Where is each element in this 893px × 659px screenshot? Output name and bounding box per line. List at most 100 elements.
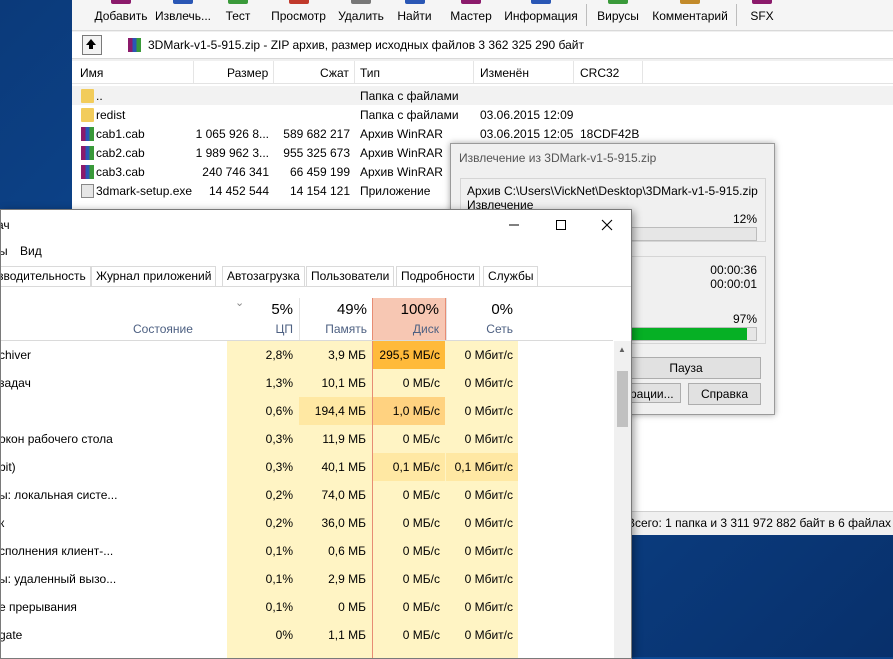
process-row[interactable]: 0,6% 194,4 МБ 1,0 МБ/с 0 Мбит/с <box>1 397 613 425</box>
cpu-total: 5% <box>271 301 293 318</box>
process-row[interactable]: е прерывания 0,1% 0 МБ 0 МБ/с 0 Мбит/с <box>1 593 613 621</box>
toolbar-virus-scan-button[interactable]: Вирусы <box>593 0 643 30</box>
tab-performance[interactable]: зводительность <box>1 266 91 286</box>
process-row[interactable]: ы: удаленный вызо... 0,1% 2,9 МБ 0 МБ/с 0 Мб… <box>1 565 613 593</box>
process-disk: 0 МБ/с <box>402 600 440 614</box>
tab-startup[interactable]: Автозагрузка <box>222 266 305 286</box>
col-type[interactable]: Тип <box>360 66 380 80</box>
process-memory: 1,1 МБ <box>328 628 366 642</box>
archive-path: 3DMark-v1-5-915.zip - ZIP архив, размер … <box>148 38 584 52</box>
process-memory: 40,1 МБ <box>321 460 366 474</box>
process-cpu: 0,3% <box>265 460 293 474</box>
toolbar-add-archive-button[interactable]: Добавить <box>86 0 156 30</box>
process-network: 0 Мбит/с <box>464 516 513 530</box>
col-cpu[interactable]: 5% ЦП <box>227 298 299 340</box>
process-name: gate <box>0 628 23 642</box>
tab-users[interactable]: Пользователи <box>306 266 395 286</box>
toolbar-sfx-button[interactable]: SFX <box>747 0 777 30</box>
file-crc: 18CDF42B <box>580 127 640 141</box>
toolbar-wizard-button[interactable]: Мастер <box>446 0 496 30</box>
col-crc[interactable]: CRC32 <box>580 66 619 80</box>
exe-file-icon <box>81 184 94 198</box>
close-button[interactable] <box>584 210 630 240</box>
process-row[interactable]: gate 0% 1,1 МБ 0 МБ/с 0 Мбит/с <box>1 621 613 649</box>
toolbar-view-button[interactable]: Просмотр <box>267 0 330 30</box>
process-memory: 0,6 МБ <box>328 544 366 558</box>
minimize-button[interactable] <box>491 210 537 240</box>
process-memory: 11,9 МБ <box>322 432 366 446</box>
tab-services[interactable]: Службы <box>483 266 539 286</box>
file-name: .. <box>96 89 103 103</box>
tab-details[interactable]: Подробности <box>396 266 480 286</box>
process-name: к <box>1 516 4 530</box>
process-network: 0 Мбит/с <box>464 348 513 362</box>
toolbar-button-label: Найти <box>397 9 432 23</box>
process-memory: 2,9 МБ <box>328 572 366 586</box>
path-bar: 3DMark-v1-5-915.zip - ZIP архив, размер … <box>72 32 893 59</box>
title-bar: ач <box>1 210 631 240</box>
scroll-up-icon[interactable]: ▲ <box>618 345 626 354</box>
file-modified: 03.06.2015 12:05 <box>480 127 574 141</box>
toolbar-extract-button[interactable]: Извлечь... <box>148 0 218 30</box>
process-disk: 0,1 МБ/с <box>392 460 440 474</box>
col-modified[interactable]: Изменён <box>480 66 529 80</box>
file-row[interactable]: redist Папка с файлами 03.06.2015 12:09 <box>72 105 893 124</box>
process-network: 0 Мбит/с <box>464 404 513 418</box>
menu-view[interactable]: Вид <box>20 244 42 258</box>
toolbar-find-button[interactable]: Найти <box>393 0 436 30</box>
process-row[interactable]: bit) 0,3% 40,1 МБ 0,1 МБ/с 0,1 Мбит/с <box>1 453 613 481</box>
col-packed[interactable]: Сжат <box>320 66 349 80</box>
process-disk: 0 МБ/с <box>402 572 440 586</box>
process-cpu: 1,3% <box>265 376 293 390</box>
maximize-icon <box>556 220 566 231</box>
col-state[interactable]: Состояние <box>133 322 193 336</box>
file-type: Приложение <box>360 184 431 198</box>
process-table[interactable]: chiver 2,8% 3,9 МБ 295,5 МБ/с 0 Мбит/с задач 1… <box>1 341 613 658</box>
process-memory: 36,0 МБ <box>321 516 366 530</box>
vertical-scrollbar[interactable]: ▲ <box>614 341 631 658</box>
scrollbar-thumb[interactable] <box>617 371 628 427</box>
virus-scan-icon <box>608 0 628 4</box>
col-memory[interactable]: 49% Память <box>299 298 373 340</box>
process-disk: 0 МБ/с <box>402 488 440 502</box>
col-size[interactable]: Размер <box>227 66 268 80</box>
process-cpu: 0,1% <box>265 572 293 586</box>
process-name: chiver <box>0 348 32 362</box>
process-row[interactable]: задач 1,3% 10,1 МБ 0 МБ/с 0 Мбит/с <box>1 369 613 397</box>
file-size: 1 065 926 8... <box>195 127 269 141</box>
process-cpu: 0,6% <box>265 404 293 418</box>
toolbar-delete-button[interactable]: Удалить <box>337 0 385 30</box>
process-row[interactable]: окон рабочего стола 0,3% 11,9 МБ 0 МБ/с 0 Мб… <box>1 425 613 453</box>
comment-icon <box>680 0 700 4</box>
menu-bar: ы Вид <box>1 240 631 260</box>
toolbar-button-label: Вирусы <box>597 9 639 23</box>
toolbar-info-button[interactable]: Информация <box>502 0 580 30</box>
up-folder-button[interactable] <box>82 35 102 55</box>
elapsed-time: 00:00:36 <box>710 263 757 277</box>
process-name: е прерывания <box>0 600 77 614</box>
process-cpu: 0,2% <box>265 488 293 502</box>
tab-app-history[interactable]: Журнал приложений <box>91 266 217 286</box>
pause-button[interactable]: Пауза <box>611 357 761 379</box>
file-row[interactable]: cab1.cab 1 065 926 8... 589 682 217 Архив W… <box>72 124 893 143</box>
network-total: 0% <box>491 301 513 318</box>
process-row[interactable]: ы: локальная систе... 0,2% 74,0 МБ 0 МБ/с 0 … <box>1 481 613 509</box>
col-name[interactable]: Имя <box>80 66 103 80</box>
tab-bar: зводительность Журнал приложений Автозаг… <box>1 264 631 287</box>
maximize-button[interactable] <box>538 210 584 240</box>
process-row[interactable]: к 0,2% 36,0 МБ 0 МБ/с 0 Мбит/с <box>1 509 613 537</box>
col-network[interactable]: 0% Сеть <box>446 298 519 340</box>
help-button[interactable]: Справка <box>688 383 761 405</box>
process-row[interactable]: сполнения клиент-... 0,1% 0,6 МБ 0 МБ/с 0 Мб… <box>1 537 613 565</box>
rar-archive-icon <box>81 127 94 141</box>
process-row[interactable]: chiver 2,8% 3,9 МБ 295,5 МБ/с 0 Мбит/с <box>1 341 613 369</box>
file-row[interactable]: .. Папка с файлами <box>72 86 893 105</box>
menu-options[interactable]: ы <box>1 244 8 258</box>
toolbar-comment-button[interactable]: Комментарий <box>650 0 730 30</box>
toolbar-test-button[interactable]: Тест <box>222 0 254 30</box>
process-name: окон рабочего стола <box>0 432 113 446</box>
col-disk[interactable]: 100% Диск <box>372 298 446 340</box>
toolbar-button-label: Просмотр <box>271 9 326 23</box>
up-arrow-icon <box>86 39 96 49</box>
toolbar-button-label: Тест <box>225 9 251 23</box>
